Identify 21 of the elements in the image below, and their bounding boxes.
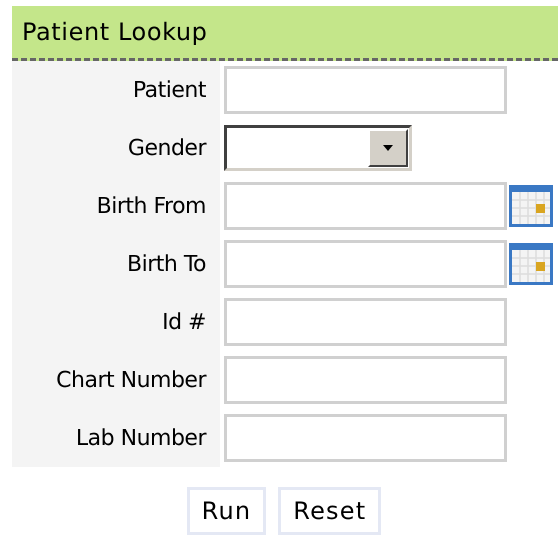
field-label: Birth To [127, 250, 206, 278]
panel-title: Patient Lookup [22, 17, 208, 48]
run-button[interactable]: Run [186, 487, 266, 535]
field-label: Chart Number [56, 366, 206, 394]
field-label: Birth From [96, 192, 206, 220]
field-label: Lab Number [76, 424, 206, 452]
field-label: Gender [128, 134, 206, 162]
dropdown-button[interactable] [368, 129, 408, 167]
calendar-icon[interactable] [508, 184, 554, 228]
field-label: Patient [132, 76, 206, 104]
text-field[interactable] [224, 298, 507, 346]
caret-icon [383, 145, 393, 151]
text-field[interactable] [224, 356, 507, 404]
text-field[interactable] [224, 66, 507, 114]
date-field[interactable] [224, 182, 507, 230]
reset-button[interactable]: Reset [278, 487, 382, 535]
text-field[interactable] [224, 414, 507, 462]
field-label: Id # [162, 308, 206, 336]
date-field[interactable] [224, 240, 507, 288]
dropdown-field[interactable] [224, 125, 412, 171]
calendar-icon[interactable] [508, 242, 554, 286]
